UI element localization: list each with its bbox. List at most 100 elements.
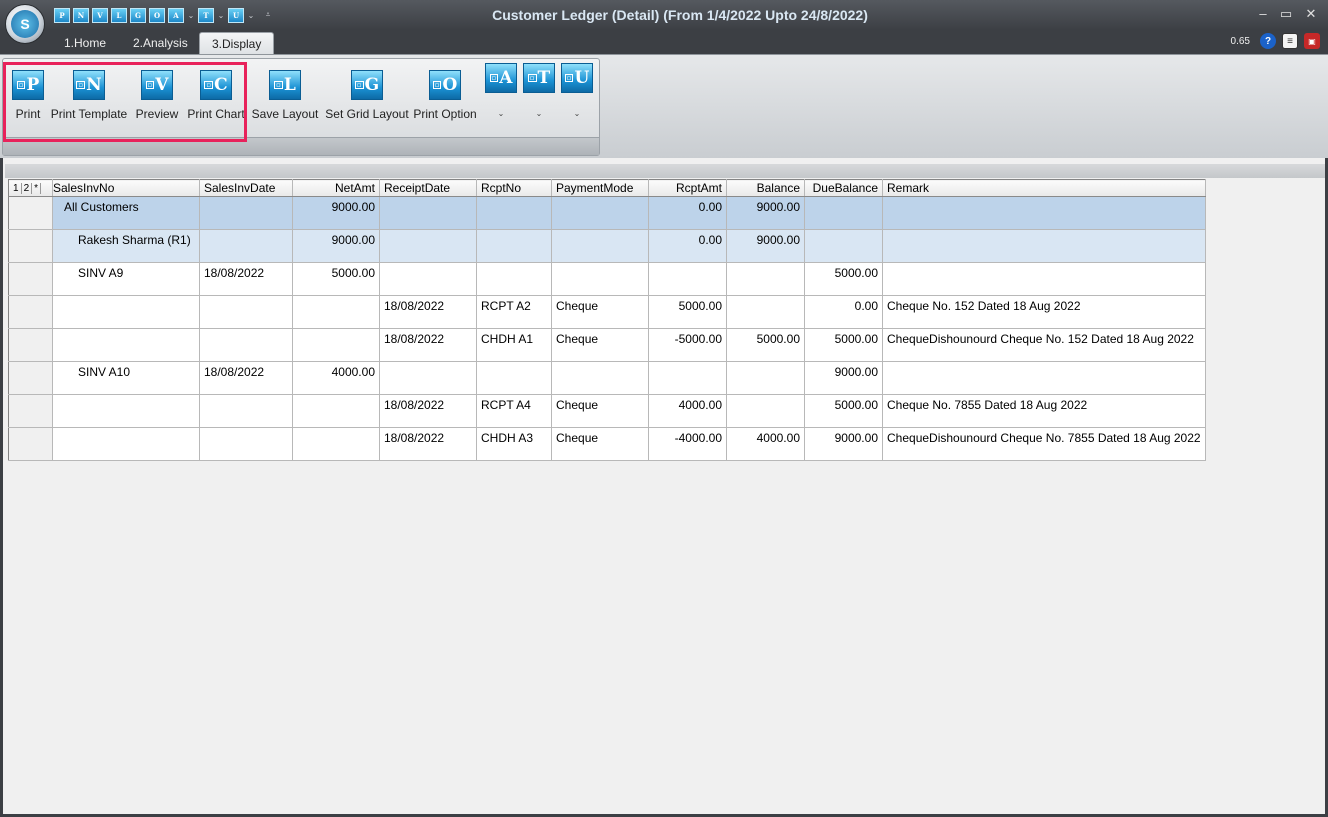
save-layout-icon: ▫ L <box>269 70 301 100</box>
column-header-rcptno[interactable]: RcptNo <box>476 179 552 197</box>
level-2-button[interactable]: 2 <box>24 182 33 194</box>
cell-remark <box>882 196 1206 230</box>
row-selector[interactable] <box>8 394 53 428</box>
cell-remark: ChequeDishounourd Cheque No. 7855 Dated … <box>882 427 1206 461</box>
document-icon[interactable]: ≡ <box>1282 33 1298 49</box>
cell-netamt <box>292 328 380 362</box>
level-all-button[interactable]: * <box>34 182 42 194</box>
grid-panel: 1 2 * SalesInvNo SalesInvDate NetAmt ReceiptDa… <box>0 158 1328 817</box>
cell-netamt: 9000.00 <box>292 196 380 230</box>
column-header-netamt[interactable]: NetAmt <box>292 179 380 197</box>
qat-save-layout-icon[interactable]: L <box>111 7 127 23</box>
column-header-remark[interactable]: Remark <box>882 179 1206 197</box>
qat-preview-icon[interactable]: V <box>92 7 108 23</box>
row-selector[interactable] <box>8 196 53 230</box>
cell-netamt <box>292 394 380 428</box>
cell-rcptamt: 0.00 <box>648 196 727 230</box>
dropdown-u-button[interactable]: ▫ U ⌄ <box>557 63 597 118</box>
cell-rcptamt: -5000.00 <box>648 328 727 362</box>
row-selector[interactable] <box>8 427 53 461</box>
column-header-rcptamt[interactable]: RcptAmt <box>648 179 727 197</box>
qat-dropdown-arrow-icon[interactable]: ⌄ <box>217 11 225 20</box>
cell-balance: 9000.00 <box>726 229 805 263</box>
minimize-icon[interactable]: – <box>1252 6 1274 21</box>
cell-remark <box>882 361 1206 395</box>
cell-salesinvdate <box>199 427 293 461</box>
cell-paymentmode <box>551 262 649 296</box>
qat-print-template-icon[interactable]: N <box>73 7 89 23</box>
tab-analysis[interactable]: 2.Analysis <box>121 32 200 54</box>
help-icon[interactable]: ? <box>1260 33 1276 49</box>
column-header-paymentmode[interactable]: PaymentMode <box>551 179 649 197</box>
qat-print-icon[interactable]: P <box>54 7 70 23</box>
cell-salesinvdate <box>199 394 293 428</box>
table-row[interactable]: SINV A9 18/08/2022 5000.00 5000.00 <box>8 262 1206 296</box>
table-row[interactable]: Rakesh Sharma (R1) 9000.00 0.00 9000.00 <box>8 229 1206 263</box>
chevron-down-icon: ⌄ <box>497 109 505 118</box>
column-header-balance[interactable]: Balance <box>726 179 805 197</box>
cell-remark: Cheque No. 7855 Dated 18 Aug 2022 <box>882 394 1206 428</box>
cell-duebalance: 5000.00 <box>804 328 883 362</box>
cell-duebalance: 9000.00 <box>804 427 883 461</box>
qat-set-grid-layout-icon[interactable]: G <box>130 7 146 23</box>
cell-balance: 5000.00 <box>726 328 805 362</box>
cell-remark <box>882 262 1206 296</box>
table-row[interactable]: SINV A10 18/08/2022 4000.00 9000.00 <box>8 361 1206 395</box>
cell-salesinvno <box>52 328 200 362</box>
app-logo-icon: S <box>11 10 39 38</box>
tab-home[interactable]: 1.Home <box>52 32 118 54</box>
maximize-icon[interactable]: ▭ <box>1275 6 1297 22</box>
cell-rcptno: RCPT A4 <box>476 394 552 428</box>
app-menu-button[interactable]: S <box>5 4 45 44</box>
table-row[interactable]: All Customers 9000.00 0.00 9000.00 <box>8 196 1206 230</box>
cell-netamt <box>292 295 380 329</box>
dropdown-a-icon: ▫ A <box>485 63 517 93</box>
cell-paymentmode: Cheque <box>551 328 649 362</box>
row-selector[interactable] <box>8 295 53 329</box>
column-header-receiptdate[interactable]: ReceiptDate <box>379 179 477 197</box>
table-row[interactable]: 18/08/2022 RCPT A2 Cheque 5000.00 0.00 Cheque… <box>8 295 1206 329</box>
table-row[interactable]: 18/08/2022 RCPT A4 Cheque 4000.00 5000.00 Che… <box>8 394 1206 428</box>
cell-salesinvno: Rakesh Sharma (R1) <box>52 229 200 263</box>
close-icon[interactable]: ✕ <box>1300 6 1322 22</box>
qat-a-icon[interactable]: A <box>168 7 184 23</box>
cell-paymentmode <box>551 361 649 395</box>
cell-balance <box>726 394 805 428</box>
dropdown-t-button[interactable]: ▫ T ⌄ <box>519 63 559 118</box>
print-option-button[interactable]: ▫ O Print Option <box>395 70 495 121</box>
cell-receiptdate: 18/08/2022 <box>379 394 477 428</box>
cell-rcptamt: 0.00 <box>648 229 727 263</box>
cell-salesinvdate <box>199 295 293 329</box>
save-layout-label: Save Layout <box>251 107 319 121</box>
cell-paymentmode <box>551 196 649 230</box>
cell-salesinvdate <box>199 196 293 230</box>
customize-qat-icon[interactable]: ⩡ <box>264 10 272 20</box>
column-header-salesinvdate[interactable]: SalesInvDate <box>199 179 293 197</box>
column-header-salesinvno[interactable]: SalesInvNo <box>52 179 200 197</box>
qat-dropdown-arrow-icon[interactable]: ⌄ <box>247 11 255 20</box>
qat-dropdown-arrow-icon[interactable]: ⌄ <box>187 11 195 20</box>
row-selector[interactable] <box>8 328 53 362</box>
qat-print-option-icon[interactable]: O <box>149 7 165 23</box>
qat-t-icon[interactable]: T <box>198 7 214 23</box>
cell-salesinvno: SINV A9 <box>52 262 200 296</box>
row-selector[interactable] <box>8 361 53 395</box>
cell-paymentmode: Cheque <box>551 295 649 329</box>
table-row[interactable]: 18/08/2022 CHDH A3 Cheque -4000.00 4000.00 90… <box>8 427 1206 461</box>
dropdown-a-button[interactable]: ▫ A ⌄ <box>481 63 521 118</box>
cell-receiptdate: 18/08/2022 <box>379 427 477 461</box>
cell-duebalance: 5000.00 <box>804 394 883 428</box>
cell-salesinvdate: 18/08/2022 <box>199 361 293 395</box>
row-selector[interactable] <box>8 229 53 263</box>
exit-icon[interactable]: ▣ <box>1304 33 1320 49</box>
table-row[interactable]: 18/08/2022 CHDH A1 Cheque -5000.00 5000.00 50… <box>8 328 1206 362</box>
column-header-duebalance[interactable]: DueBalance <box>804 179 883 197</box>
set-grid-layout-icon: ▫ G <box>351 70 383 100</box>
qat-u-icon[interactable]: U <box>228 7 244 23</box>
ledger-grid: 1 2 * SalesInvNo SalesInvDate NetAmt ReceiptDa… <box>8 179 1206 461</box>
tab-display[interactable]: 3.Display <box>199 32 275 54</box>
version-label: 0.65 <box>1230 36 1250 47</box>
row-selector[interactable] <box>8 262 53 296</box>
cell-remark: ChequeDishounourd Cheque No. 152 Dated 1… <box>882 328 1206 362</box>
level-1-button[interactable]: 1 <box>13 182 22 194</box>
